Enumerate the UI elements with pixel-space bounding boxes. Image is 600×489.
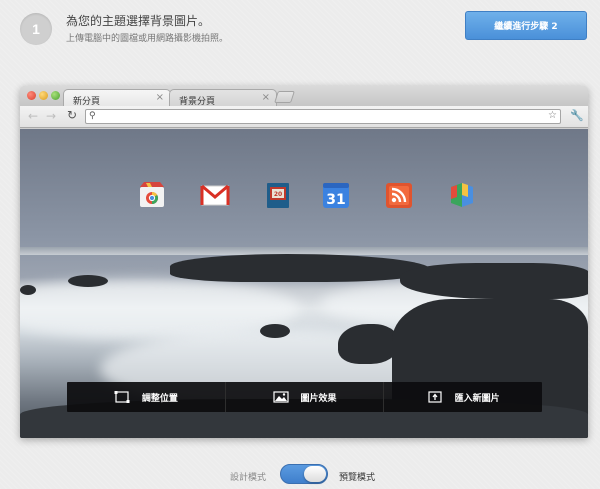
step-title: 為您的主題選擇背景圖片。 [66, 14, 211, 28]
adjust-position-button[interactable]: 調整位置 [67, 382, 226, 412]
rock [338, 324, 398, 364]
tab-new-tab[interactable]: 新分頁 × [63, 89, 171, 107]
calendar-icon[interactable]: 31 [320, 179, 352, 211]
google-apps-icon[interactable] [446, 179, 478, 211]
wrench-icon[interactable]: 🔧 [570, 109, 584, 122]
book-day-label: 20 [274, 191, 282, 198]
new-tab-button[interactable] [274, 91, 295, 103]
image-effects-button[interactable]: 圖片效果 [226, 382, 385, 412]
book-app-icon[interactable]: 20 [262, 179, 294, 211]
step-subtitle: 上傳電腦中的圖檔或用網路攝影機拍照。 [66, 34, 229, 44]
browser-preview: 新分頁 × 背景分頁 × ← → ↻ ⚲ ☆ 🔧 20 31 調整位置 圖片效果… [20, 86, 588, 438]
new-tab-page-preview: 20 31 調整位置 圖片效果 匯入新圖片 [20, 129, 588, 438]
reload-icon[interactable]: ↻ [67, 109, 77, 121]
preview-mode-label[interactable]: 預覽模式 [339, 470, 375, 483]
rss-reader-icon[interactable] [383, 179, 415, 211]
bookmark-star-icon[interactable]: ☆ [548, 110, 557, 121]
continue-to-step-2-button[interactable]: 繼續進行步驟 2 [465, 11, 587, 40]
calendar-day-label: 31 [326, 192, 345, 208]
web-store-icon[interactable] [136, 179, 168, 211]
toggle-knob[interactable] [304, 466, 326, 482]
close-icon[interactable]: × [156, 92, 164, 103]
import-new-image-button[interactable]: 匯入新圖片 [384, 382, 542, 412]
window-minimize-light[interactable] [39, 91, 48, 100]
back-arrow-icon[interactable]: ← [28, 110, 38, 122]
step-number-badge: 1 [20, 13, 52, 45]
browser-toolbar: ← → ↻ ⚲ ☆ 🔧 [20, 106, 588, 128]
rock [20, 285, 36, 295]
import-new-image-label: 匯入新圖片 [454, 393, 500, 404]
design-mode-label[interactable]: 設計模式 [230, 470, 266, 483]
import-icon [427, 391, 443, 403]
tab-strip: 新分頁 × 背景分頁 × [20, 86, 588, 107]
rock [68, 275, 108, 287]
adjust-position-label: 調整位置 [141, 393, 178, 404]
forward-arrow-icon[interactable]: → [46, 110, 56, 122]
image-icon [272, 391, 289, 403]
mode-toggle-switch[interactable] [280, 464, 328, 484]
window-close-light[interactable] [27, 91, 36, 100]
tab-background[interactable]: 背景分頁 × [169, 89, 277, 107]
address-bar[interactable]: ⚲ ☆ [85, 109, 561, 124]
rock [170, 254, 430, 282]
window-zoom-light[interactable] [51, 91, 60, 100]
search-icon: ⚲ [89, 111, 96, 121]
close-icon[interactable]: × [262, 92, 270, 103]
rock [260, 324, 290, 338]
gmail-icon[interactable] [199, 179, 231, 211]
image-tools-bar: 調整位置 圖片效果 匯入新圖片 [67, 382, 542, 412]
app-launcher-row: 20 31 [20, 179, 588, 211]
rock [400, 263, 588, 299]
image-effects-label: 圖片效果 [300, 393, 337, 404]
crop-icon [114, 391, 130, 403]
